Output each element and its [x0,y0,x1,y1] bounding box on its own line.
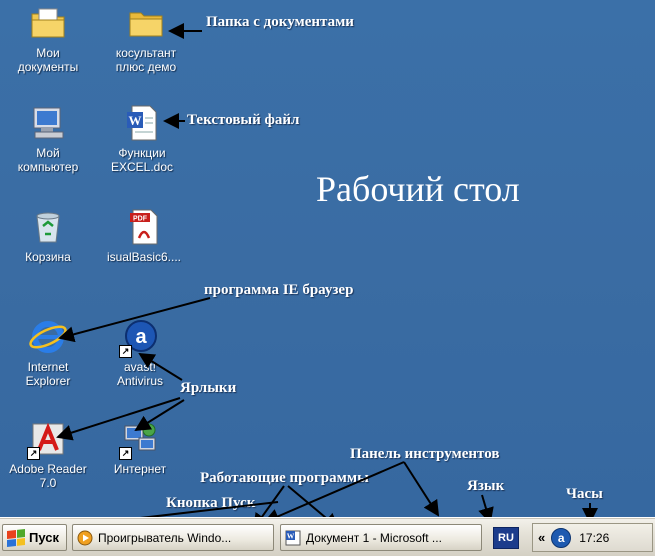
desktop-icon-visualbasic-pdf[interactable]: PDF isualBasic6.... [102,208,186,264]
annotation-toolbar: Панель инструментов [350,446,500,462]
start-button[interactable]: Пуск [2,524,67,551]
recycle-bin-icon [29,208,67,246]
annotation-start-button: Кнопка Пуск [166,495,256,511]
pdf-document-icon: PDF [125,208,163,246]
task-label: Проигрыватель Windo... [98,530,232,545]
clock[interactable]: 17:26 [579,531,609,545]
annotation-clock: Часы [566,486,603,502]
taskbar: Пуск Проигрыватель Windo... W Документ 1… [0,517,655,556]
my-documents-icon [29,4,67,42]
media-player-icon [77,530,93,545]
network-icon: ↗ [119,420,159,460]
svg-text:a: a [135,326,147,348]
task-button-word-document[interactable]: W Документ 1 - Microsoft ... [280,524,482,551]
windows-logo-icon [7,528,25,547]
desktop-icon-recycle-bin[interactable]: Корзина [6,208,90,264]
icon-label: Adobe Reader 7.0 [9,462,87,490]
annotation-folder: Папка с документами [206,14,354,30]
avast-icon: a ↗ [119,318,159,358]
annotation-running-programs: Работающие программы [200,470,369,486]
icon-label: Internet Explorer [25,360,71,388]
icon-label: косультант плюс демо [115,46,177,74]
avast-tray-icon[interactable]: a [551,527,572,548]
desktop-icon-avast[interactable]: a ↗ avast! Antivirus [98,318,182,388]
shortcut-arrow-icon: ↗ [119,345,132,358]
desktop-icon-my-computer[interactable]: Мой компьютер [6,104,90,174]
start-label: Пуск [29,530,59,545]
icon-label: Корзина [25,250,71,264]
word-icon: W [285,530,301,545]
shortcut-arrow-icon: ↗ [119,447,132,460]
task-button-media-player[interactable]: Проигрыватель Windo... [72,524,274,551]
icon-label: Мой компьютер [17,146,79,174]
desktop-icon-consultant-folder[interactable]: косультант плюс демо [104,4,188,74]
desktop-icon-internet-connection[interactable]: ↗ Интернет [98,420,182,476]
show-hidden-icons-chevron-icon[interactable]: « [538,530,545,545]
annotation-ie-browser: программа IE браузер [204,282,354,298]
desktop-icon-internet-explorer[interactable]: Internet Explorer [6,318,90,388]
my-computer-icon [29,104,67,142]
icon-label: isualBasic6.... [106,250,182,264]
svg-text:W: W [287,531,295,540]
icon-label: Интернет [113,462,167,476]
task-label: Документ 1 - Microsoft ... [306,530,442,545]
icon-label: Функции EXCEL.doc [110,146,174,174]
annotation-shortcuts: Ярлыки [180,380,237,396]
svg-text:PDF: PDF [133,216,148,223]
icon-label: avast! Antivirus [116,360,163,388]
internet-explorer-icon [29,318,67,356]
language-indicator[interactable]: RU [493,527,519,549]
desktop[interactable]: Мои документы косультант плюс демо Мой к… [0,0,655,517]
svg-text:W: W [129,113,142,128]
system-tray: « a 17:26 [532,523,653,552]
folder-icon [127,4,165,42]
word-document-icon: W [123,104,161,142]
adobe-reader-icon: ↗ [27,420,67,460]
annotation-text-file: Текстовый файл [187,112,300,128]
icon-label: Мои документы [17,46,79,74]
desktop-icon-my-documents[interactable]: Мои документы [6,4,90,74]
desktop-icon-excel-functions-doc[interactable]: W Функции EXCEL.doc [100,104,184,174]
desktop-icon-adobe-reader[interactable]: ↗ Adobe Reader 7.0 [6,420,90,490]
shortcut-arrow-icon: ↗ [27,447,40,460]
desktop-title: Рабочий стол [316,169,520,209]
annotation-language: Язык [467,478,505,494]
